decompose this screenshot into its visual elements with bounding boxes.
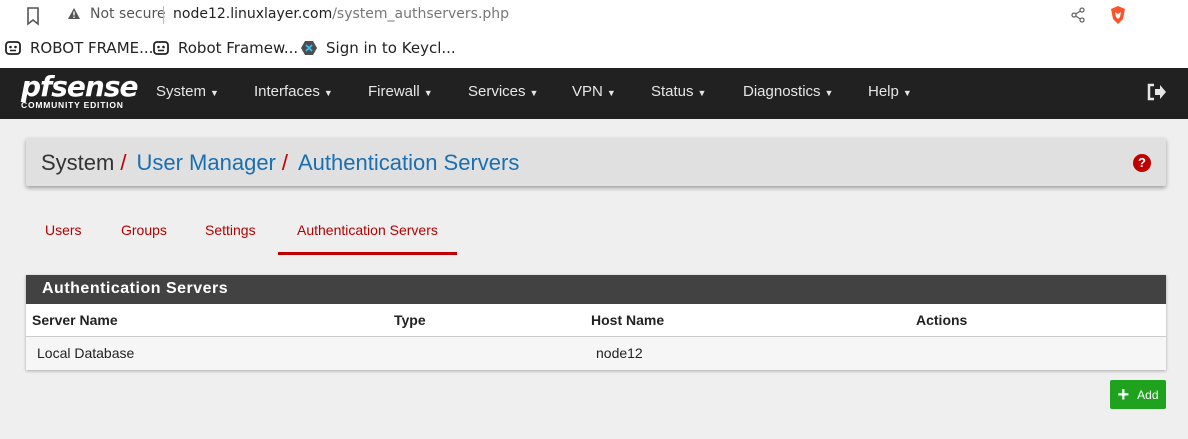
logout-icon[interactable] bbox=[1147, 83, 1167, 101]
nav-label: System bbox=[156, 83, 207, 100]
breadcrumb-separator: / bbox=[281, 150, 288, 175]
tab-label: Authentication Servers bbox=[297, 222, 438, 238]
breadcrumb-separator: / bbox=[120, 150, 127, 175]
column-header-server-name: Server Name bbox=[32, 312, 118, 328]
nav-diagnostics[interactable]: Diagnostics ▼ bbox=[743, 83, 833, 100]
breadcrumb: System / User Manager / Authentication Serve… bbox=[41, 150, 519, 176]
url-host: node12.linuxlayer.com bbox=[173, 6, 333, 22]
brave-shield-icon[interactable] bbox=[1110, 5, 1126, 25]
bookmark-label: Sign in to Keycl... bbox=[326, 39, 456, 57]
bookmark-label: Robot Framew... bbox=[178, 39, 299, 57]
tab-label: Users bbox=[45, 222, 82, 238]
robot-icon bbox=[153, 41, 169, 55]
nav-label: VPN bbox=[572, 83, 603, 100]
logo-edition: COMMUNITY EDITION bbox=[21, 100, 124, 110]
caret-down-icon: ▼ bbox=[902, 88, 912, 98]
nav-status[interactable]: Status ▼ bbox=[651, 83, 706, 100]
caret-down-icon: ▼ bbox=[210, 88, 219, 98]
caret-down-icon: ▼ bbox=[697, 88, 707, 98]
nav-label: Interfaces bbox=[254, 83, 320, 100]
breadcrumb-panel: System / User Manager / Authentication Serve… bbox=[26, 138, 1166, 186]
url-path: /system_authservers.php bbox=[332, 6, 510, 22]
nav-vpn[interactable]: VPN ▼ bbox=[572, 83, 616, 100]
tab-settings[interactable]: Settings bbox=[186, 210, 278, 255]
bookmark-keycloak[interactable]: Sign in to Keycl... bbox=[300, 39, 456, 57]
breadcrumb-root: System bbox=[41, 150, 115, 175]
bookmark-robot-framework[interactable]: Robot Framew... bbox=[152, 39, 298, 57]
not-secure-label[interactable]: Not secure bbox=[90, 6, 166, 22]
nav-label: Diagnostics bbox=[743, 83, 821, 100]
breadcrumb-user-manager[interactable]: User Manager bbox=[136, 150, 275, 175]
panel-title: Authentication Servers bbox=[26, 275, 1166, 304]
nav-label: Help bbox=[868, 83, 899, 100]
bookmarks-bar: ROBOT FRAME... Robot Framew... Sign in t… bbox=[0, 31, 1188, 68]
cell-host-name: node12 bbox=[596, 345, 643, 361]
auth-servers-panel: Authentication Servers Server Name Type … bbox=[26, 275, 1166, 370]
cell-server-name: Local Database bbox=[37, 345, 135, 361]
add-button[interactable]: + Add bbox=[1110, 380, 1166, 409]
caret-down-icon: ▼ bbox=[529, 88, 539, 98]
caret-down-icon: ▼ bbox=[606, 88, 616, 98]
pfsense-logo[interactable]: pfsense COMMUNITY EDITION bbox=[21, 70, 138, 111]
address-divider bbox=[163, 6, 164, 24]
nav-help[interactable]: Help ▼ bbox=[868, 83, 912, 100]
nav-services[interactable]: Services ▼ bbox=[468, 83, 538, 100]
breadcrumb-auth-servers[interactable]: Authentication Servers bbox=[298, 150, 519, 175]
caret-down-icon: ▼ bbox=[323, 88, 333, 98]
nav-system[interactable]: System ▼ bbox=[156, 83, 219, 100]
share-icon[interactable] bbox=[1070, 7, 1086, 23]
column-header-type: Type bbox=[394, 312, 426, 328]
tab-authentication-servers[interactable]: Authentication Servers bbox=[278, 210, 457, 255]
nav-label: Status bbox=[651, 83, 694, 100]
bookmark-robot-frame[interactable]: ROBOT FRAME... bbox=[4, 39, 153, 57]
caret-down-icon: ▼ bbox=[824, 88, 834, 98]
help-icon[interactable]: ? bbox=[1133, 154, 1151, 172]
add-button-label: Add bbox=[1137, 387, 1159, 402]
tab-label: Groups bbox=[121, 222, 167, 238]
nav-label: Firewall bbox=[368, 83, 420, 100]
tab-users[interactable]: Users bbox=[26, 210, 102, 255]
url-text[interactable]: node12.linuxlayer.com/system_authservers… bbox=[173, 6, 509, 22]
nav-firewall[interactable]: Firewall ▼ bbox=[368, 83, 433, 100]
main-navbar: pfsense COMMUNITY EDITION System ▼ Interf… bbox=[0, 68, 1188, 119]
keycloak-icon bbox=[301, 41, 317, 55]
warning-icon[interactable] bbox=[67, 7, 81, 21]
bookmark-label: ROBOT FRAME... bbox=[30, 39, 154, 57]
nav-interfaces[interactable]: Interfaces ▼ bbox=[254, 83, 333, 100]
nav-label: Services bbox=[468, 83, 526, 100]
bookmark-icon[interactable] bbox=[24, 6, 42, 26]
tab-label: Settings bbox=[205, 222, 256, 238]
column-header-host-name: Host Name bbox=[591, 312, 665, 328]
robot-icon bbox=[5, 41, 21, 55]
column-header-actions: Actions bbox=[916, 312, 968, 328]
logo-brand: pfsense bbox=[21, 70, 138, 103]
browser-url-bar: Not secure node12.linuxlayer.com/system_… bbox=[0, 0, 1188, 31]
tab-groups[interactable]: Groups bbox=[102, 210, 186, 255]
plus-icon: + bbox=[1117, 383, 1130, 406]
caret-down-icon: ▼ bbox=[423, 88, 433, 98]
